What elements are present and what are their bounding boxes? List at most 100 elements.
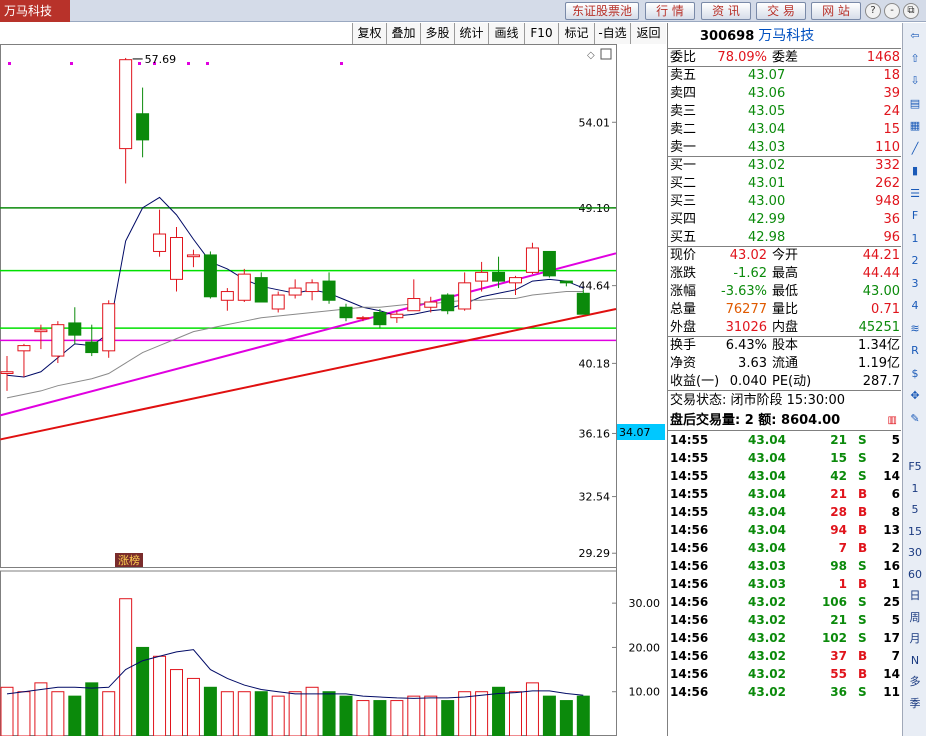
- volume-bar-up[interactable]: [424, 695, 438, 736]
- volume-bar-up[interactable]: [509, 691, 522, 736]
- candle-up[interactable]: [102, 303, 116, 352]
- volume-bar-up[interactable]: [458, 691, 472, 736]
- period-8[interactable]: 月: [903, 631, 926, 647]
- candle-up[interactable]: [271, 294, 285, 310]
- candle-up[interactable]: [186, 254, 200, 258]
- line-chart-icon[interactable]: ╱: [906, 140, 924, 158]
- candle-up[interactable]: [458, 282, 472, 310]
- volume-bar-down[interactable]: [542, 695, 556, 736]
- candle-down[interactable]: [254, 277, 268, 303]
- tick-list[interactable]: 14:55 43.04 21 S 5 14:55 43.04 15 S 2 14:55 43.04 42…: [668, 431, 901, 701]
- toolbar-back[interactable]: 返回: [630, 23, 666, 44]
- candle-down[interactable]: [203, 254, 217, 298]
- candle-up[interactable]: [390, 313, 404, 319]
- back-arrow-icon[interactable]: ⇦: [906, 27, 924, 45]
- limit-up-badge[interactable]: 涨榜: [118, 553, 140, 567]
- volume-bar-up[interactable]: [237, 691, 251, 736]
- toolbar-statistics[interactable]: 统计: [454, 23, 488, 44]
- volume-bar-up[interactable]: [220, 691, 234, 736]
- toolbar-overlay[interactable]: 叠加: [386, 23, 420, 44]
- volume-bar-up[interactable]: [102, 691, 116, 736]
- candle-down[interactable]: [492, 271, 506, 282]
- kline-chart-svg[interactable]: ◇54.0149.1044.6440.1836.1632.5429.2957.6…: [0, 44, 666, 736]
- volume-bar-down[interactable]: [68, 695, 82, 736]
- candle-up[interactable]: [237, 273, 251, 301]
- period-2[interactable]: 5: [903, 502, 926, 518]
- toolbar-remove-favorite[interactable]: -自选: [594, 23, 630, 44]
- volume-bar-up[interactable]: [17, 691, 31, 736]
- volume-bar-down[interactable]: [441, 700, 455, 736]
- nav-button-quotes[interactable]: 行 情: [645, 2, 695, 20]
- minimize-button[interactable]: -: [884, 3, 900, 19]
- nav-button-stock-pool[interactable]: 东证股票池: [565, 2, 639, 20]
- candle-down[interactable]: [322, 280, 336, 301]
- candle-up[interactable]: [288, 287, 302, 296]
- volume-bar-down[interactable]: [559, 700, 573, 736]
- volume-bar-up[interactable]: [186, 677, 200, 736]
- candle-up[interactable]: [51, 324, 65, 357]
- period-5[interactable]: 60: [903, 567, 926, 583]
- candle-up[interactable]: [220, 291, 234, 301]
- candle-up[interactable]: [475, 271, 489, 282]
- panel-close-icon[interactable]: [600, 48, 612, 60]
- candle-down[interactable]: [576, 292, 590, 315]
- candle-up[interactable]: [305, 282, 319, 293]
- candle-down[interactable]: [136, 113, 150, 141]
- volume-bar-up[interactable]: [288, 691, 302, 736]
- volume-bar-up[interactable]: [170, 669, 183, 736]
- toolbar-fuquan[interactable]: 复权: [352, 23, 386, 44]
- candle-down[interactable]: [85, 341, 99, 354]
- grid-icon[interactable]: ▦: [906, 117, 924, 135]
- f1-icon[interactable]: 1: [906, 230, 924, 248]
- f4-icon[interactable]: 4: [906, 297, 924, 315]
- candle-down[interactable]: [441, 294, 455, 312]
- volume-bar-down[interactable]: [576, 695, 590, 736]
- volume-bar-down[interactable]: [85, 682, 99, 736]
- candle-down[interactable]: [68, 322, 82, 336]
- volume-bar-up[interactable]: [305, 686, 319, 736]
- diamond-icon[interactable]: ◇: [587, 50, 595, 61]
- candle-up[interactable]: [356, 317, 370, 320]
- period-6[interactable]: 日: [903, 588, 926, 604]
- up-arrow-icon[interactable]: ⇧: [906, 50, 924, 68]
- volume-bar-up[interactable]: [271, 695, 285, 736]
- volume-bar-down[interactable]: [203, 686, 217, 736]
- period-9[interactable]: N: [903, 653, 926, 669]
- volume-bar-down[interactable]: [254, 691, 268, 736]
- candle-up[interactable]: [509, 277, 522, 284]
- volume-bar-up[interactable]: [390, 700, 404, 736]
- nav-button-news[interactable]: 资 讯: [701, 2, 751, 20]
- candle-up[interactable]: [34, 329, 48, 333]
- volume-bar-down[interactable]: [322, 691, 336, 736]
- candle-up[interactable]: [424, 301, 438, 308]
- candle-up[interactable]: [0, 371, 14, 374]
- dollar-icon[interactable]: $: [906, 365, 924, 383]
- toolbar-f10[interactable]: F10: [524, 23, 558, 44]
- volume-bar-up[interactable]: [34, 682, 48, 736]
- volume-bar-up[interactable]: [51, 691, 65, 736]
- help-button[interactable]: ?: [865, 3, 881, 19]
- volume-bar-down[interactable]: [339, 695, 353, 736]
- f3-icon[interactable]: 3: [906, 275, 924, 293]
- toolbar-mark[interactable]: 标记: [558, 23, 594, 44]
- down-arrow-icon[interactable]: ⇩: [906, 72, 924, 90]
- candle-icon[interactable]: ▮: [906, 162, 924, 180]
- wave-icon[interactable]: ≋: [906, 320, 924, 338]
- volume-bar-up[interactable]: [0, 686, 14, 736]
- f10-icon[interactable]: F: [906, 207, 924, 225]
- pencil-icon[interactable]: ✎: [906, 410, 924, 428]
- candle-up[interactable]: [119, 59, 133, 150]
- candle-up[interactable]: [407, 298, 421, 312]
- list-icon[interactable]: ☰: [906, 185, 924, 203]
- candle-up[interactable]: [153, 233, 167, 252]
- toolbar-multi-stock[interactable]: 多股: [420, 23, 454, 44]
- volume-bar-up[interactable]: [407, 695, 421, 736]
- report-icon[interactable]: ▤: [906, 95, 924, 113]
- period-7[interactable]: 周: [903, 610, 926, 626]
- volume-bar-down[interactable]: [373, 700, 387, 736]
- rsi-icon[interactable]: R: [906, 342, 924, 360]
- nav-button-trade[interactable]: 交 易: [756, 2, 806, 20]
- volume-bar-up[interactable]: [356, 700, 370, 736]
- candle-down[interactable]: [339, 306, 353, 319]
- candle-down[interactable]: [559, 280, 573, 284]
